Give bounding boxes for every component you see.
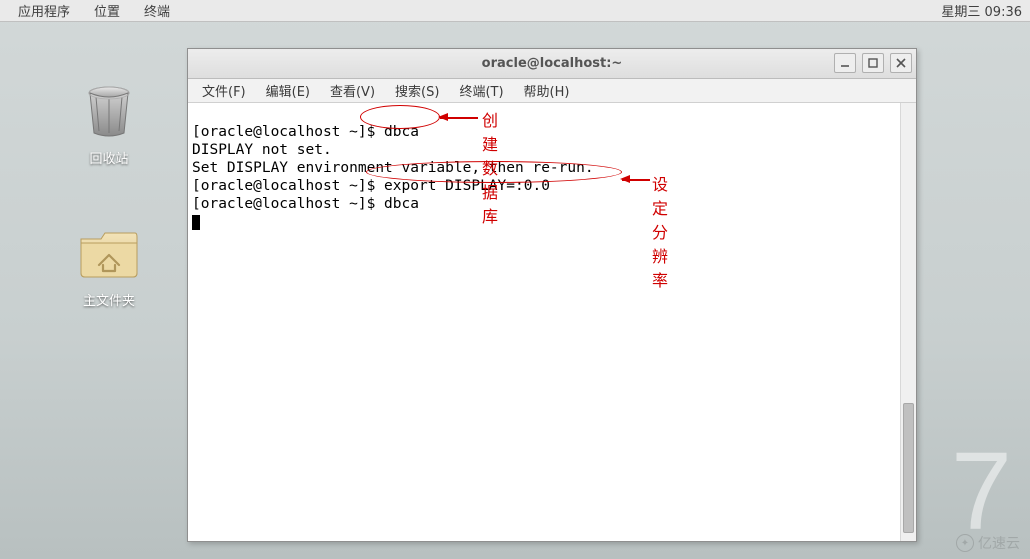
menu-edit[interactable]: 编辑(E) [256, 79, 320, 102]
minimize-button[interactable] [834, 53, 856, 73]
terminal-line: [oracle@localhost ~]$ dbca [192, 124, 419, 140]
menu-view[interactable]: 查看(V) [320, 79, 385, 102]
folder-home-icon [77, 222, 141, 286]
menubar: 文件(F) 编辑(E) 查看(V) 搜索(S) 终端(T) 帮助(H) [188, 79, 916, 103]
terminal-cursor [192, 215, 200, 230]
watermark-icon: ✦ [956, 534, 974, 552]
desktop-icon-home[interactable]: 主文件夹 [64, 222, 154, 309]
terminal-line: Set DISPLAY environment variable, then r… [192, 160, 594, 176]
terminal-line: [oracle@localhost ~]$ export DISPLAY=:0.… [192, 178, 550, 194]
panel-menu-terminal[interactable]: 终端 [132, 0, 182, 22]
terminal-line: [oracle@localhost ~]$ dbca [192, 196, 419, 212]
desktop-icon-trash[interactable]: 回收站 [64, 80, 154, 167]
terminal-body[interactable]: [oracle@localhost ~]$ dbca DISPLAY not s… [188, 103, 916, 541]
panel-menu-places[interactable]: 位置 [82, 0, 132, 22]
window-title: oracle@localhost:~ [188, 56, 916, 71]
window-titlebar[interactable]: oracle@localhost:~ [188, 49, 916, 79]
top-panel: 应用程序 位置 终端 星期三 09:36 [0, 0, 1030, 22]
panel-menus: 应用程序 位置 终端 [0, 0, 182, 22]
wallpaper-number: 7 [951, 437, 1012, 547]
maximize-button[interactable] [862, 53, 884, 73]
scrollbar[interactable] [900, 103, 916, 541]
panel-clock: 星期三 09:36 [941, 1, 1030, 20]
close-button[interactable] [890, 53, 912, 73]
terminal-window: oracle@localhost:~ 文件(F) 编辑(E) 查看(V) 搜索(… [187, 48, 917, 542]
desktop-icon-label: 回收站 [64, 148, 154, 167]
scrollbar-thumb[interactable] [903, 403, 914, 533]
menu-terminal[interactable]: 终端(T) [449, 79, 513, 102]
watermark: ✦ 亿速云 [956, 533, 1020, 553]
menu-search[interactable]: 搜索(S) [385, 79, 449, 102]
panel-menu-apps[interactable]: 应用程序 [6, 0, 82, 22]
trash-icon [77, 80, 141, 144]
window-controls [834, 53, 912, 73]
desktop-icon-label: 主文件夹 [64, 290, 154, 309]
terminal-line: DISPLAY not set. [192, 142, 332, 158]
menu-file[interactable]: 文件(F) [192, 79, 256, 102]
terminal-output: [oracle@localhost ~]$ dbca DISPLAY not s… [192, 105, 898, 231]
menu-help[interactable]: 帮助(H) [514, 79, 580, 102]
watermark-text: 亿速云 [978, 533, 1020, 553]
